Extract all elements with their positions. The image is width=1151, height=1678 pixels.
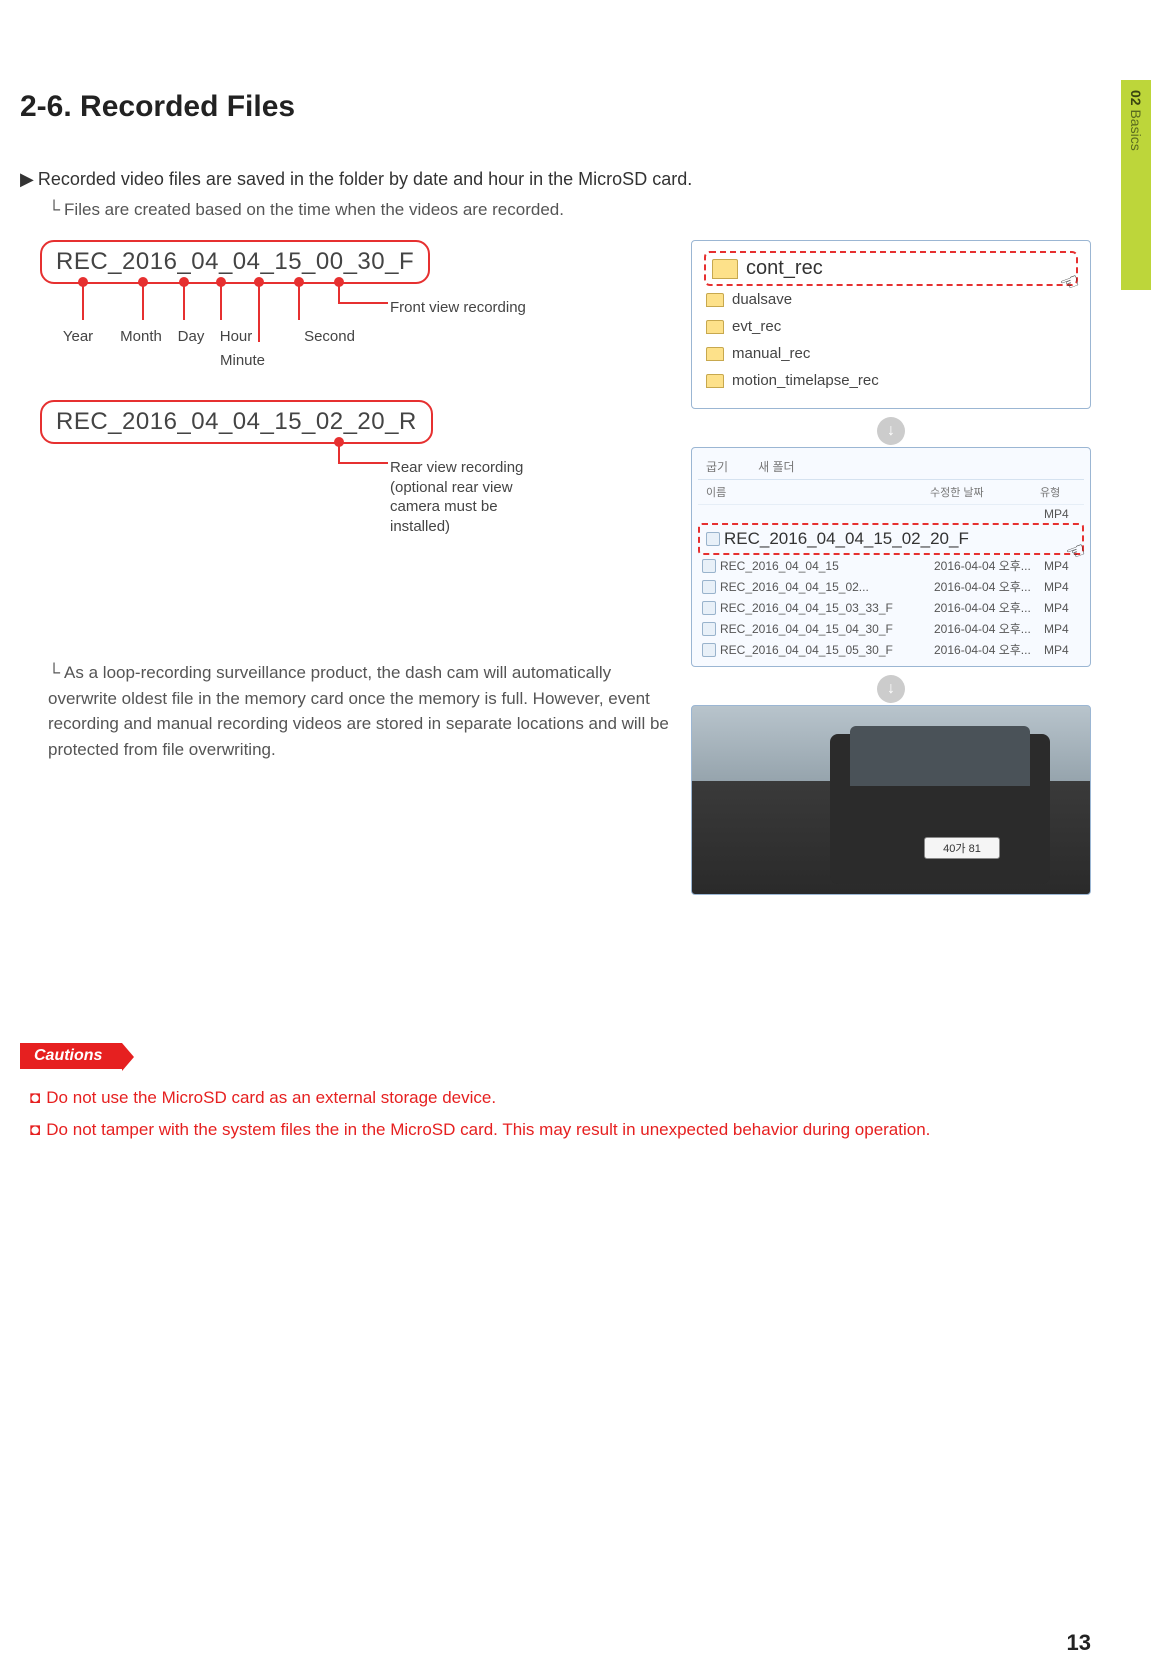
- label-row: Year Month Day Hour Second: [48, 328, 357, 345]
- right-column: cont_rec ☜ dualsave evt_rec manual_rec: [691, 240, 1091, 903]
- file-column-headers: 이름 수정한 날짜 유형: [698, 480, 1084, 505]
- file-icon: [702, 643, 716, 657]
- annotation-front: Front view recording: [390, 298, 526, 318]
- file-row[interactable]: REC_2016_04_04_15_02...2016-04-04 오후...M…: [698, 576, 1084, 597]
- license-plate: 40가 81: [924, 837, 1000, 859]
- file-row[interactable]: REC_2016_04_04_15_05_30_F2016-04-04 오후..…: [698, 639, 1084, 660]
- file-icon: [702, 580, 716, 594]
- connector-year: [82, 282, 84, 320]
- folder-cont-rec[interactable]: cont_rec ☜: [704, 251, 1078, 286]
- filename-example-front: REC_2016_04_04_15_00_30_F: [40, 240, 430, 284]
- car-window: [850, 726, 1030, 786]
- connector-month: [142, 282, 144, 320]
- file-rows-container: REC_2016_04_04_152016-04-04 오후...MP4REC_…: [698, 555, 1084, 660]
- caution-item-2: ◘Do not tamper with the system files the…: [20, 1117, 1091, 1143]
- file-list-panel: 굽기 새 폴더 이름 수정한 날짜 유형 MP4 REC_2016_04_04_…: [691, 447, 1091, 667]
- folder-icon: [706, 320, 724, 334]
- sub-intro-line: └Files are created based on the time whe…: [48, 200, 1091, 220]
- file-panel-toolbar: 굽기 새 폴더: [698, 454, 1084, 480]
- connector-second: [298, 282, 300, 320]
- connector-rear-h: [338, 462, 388, 464]
- connector-front-h: [338, 302, 388, 304]
- connector-hour: [220, 282, 222, 320]
- toolbar-new-folder[interactable]: 새 폴더: [758, 458, 794, 475]
- corner-icon: └: [48, 663, 60, 682]
- label-year: Year: [48, 328, 108, 345]
- folder-evt-rec[interactable]: evt_rec: [704, 313, 1078, 340]
- folder-icon: [706, 374, 724, 388]
- filename-example-rear: REC_2016_04_04_15_02_20_R: [40, 400, 433, 444]
- arrow-icon: ▶: [20, 169, 34, 189]
- label-day: Day: [174, 328, 208, 345]
- corner-icon: └: [48, 200, 60, 219]
- arrow-down-icon: ↓: [877, 417, 905, 445]
- file-row[interactable]: REC_2016_04_04_15_04_30_F2016-04-04 오후..…: [698, 618, 1084, 639]
- bullet-icon: ◘: [30, 1088, 40, 1107]
- label-second: Second: [302, 328, 357, 345]
- arrow-down-icon: ↓: [877, 675, 905, 703]
- folder-icon: [706, 347, 724, 361]
- file-icon: [706, 532, 720, 546]
- file-row[interactable]: REC_2016_04_04_15_03_33_F2016-04-04 오후..…: [698, 597, 1084, 618]
- cautions-tag: Cautions: [20, 1043, 122, 1069]
- file-row-type: MP4: [1040, 505, 1084, 523]
- content-grid: REC_2016_04_04_15_00_30_F Year Month Day…: [20, 240, 1091, 903]
- connector-rear: [338, 442, 340, 462]
- connector-day: [183, 282, 185, 320]
- label-hour: Hour: [216, 328, 256, 345]
- file-row[interactable]: REC_2016_04_04_152016-04-04 오후...MP4: [698, 555, 1084, 576]
- folder-manual-rec[interactable]: manual_rec: [704, 340, 1078, 367]
- annotation-rear: Rear view recording (optional rear view …: [390, 458, 550, 536]
- left-column: REC_2016_04_04_15_00_30_F Year Month Day…: [20, 240, 683, 903]
- bullet-icon: ◘: [30, 1120, 40, 1139]
- page-title: 2-6. Recorded Files: [20, 90, 1091, 124]
- label-month: Month: [116, 328, 166, 345]
- folder-icon: [706, 293, 724, 307]
- page-number: 13: [1067, 1630, 1091, 1656]
- dashcam-photo: 40가 81: [691, 705, 1091, 895]
- file-highlight[interactable]: REC_2016_04_04_15_02_20_F ☜: [698, 523, 1084, 555]
- file-icon: [702, 559, 716, 573]
- folder-dualsave[interactable]: dualsave: [704, 286, 1078, 313]
- label-minute: Minute: [220, 352, 265, 369]
- folder-icon: [712, 259, 738, 279]
- caution-item-1: ◘Do not use the MicroSD card as an exter…: [20, 1085, 1091, 1111]
- intro-line: ▶Recorded video files are saved in the f…: [20, 169, 1091, 190]
- file-icon: [702, 622, 716, 636]
- col-type[interactable]: 유형: [1040, 484, 1076, 500]
- loop-recording-text: └As a loop-recording surveillance produc…: [48, 660, 683, 762]
- col-name[interactable]: 이름: [706, 484, 930, 500]
- page-content: 2-6. Recorded Files ▶Recorded video file…: [0, 0, 1151, 1198]
- cautions-section: Cautions ◘Do not use the MicroSD card as…: [20, 1043, 1091, 1142]
- folder-motion-timelapse[interactable]: motion_timelapse_rec: [704, 367, 1078, 394]
- col-date[interactable]: 수정한 날짜: [930, 484, 1040, 500]
- file-icon: [702, 601, 716, 615]
- filename-diagram: REC_2016_04_04_15_00_30_F Year Month Day…: [20, 240, 683, 600]
- connector-front: [338, 282, 340, 302]
- folder-panel: cont_rec ☜ dualsave evt_rec manual_rec: [691, 240, 1091, 409]
- toolbar-burn[interactable]: 굽기: [706, 458, 728, 475]
